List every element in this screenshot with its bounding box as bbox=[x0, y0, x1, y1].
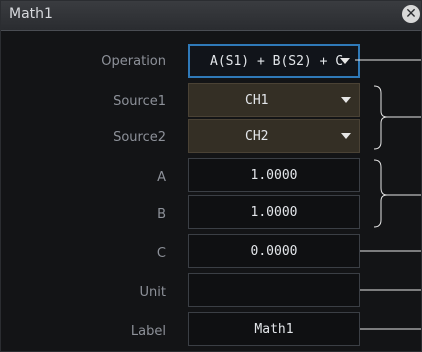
callout-lines bbox=[355, 59, 421, 330]
ab-bracket bbox=[373, 159, 388, 228]
math-settings-dialog: Math1 ✕ Operation A(S1) + B(S2) + C Sour… bbox=[0, 0, 422, 352]
source-bracket bbox=[373, 85, 388, 150]
